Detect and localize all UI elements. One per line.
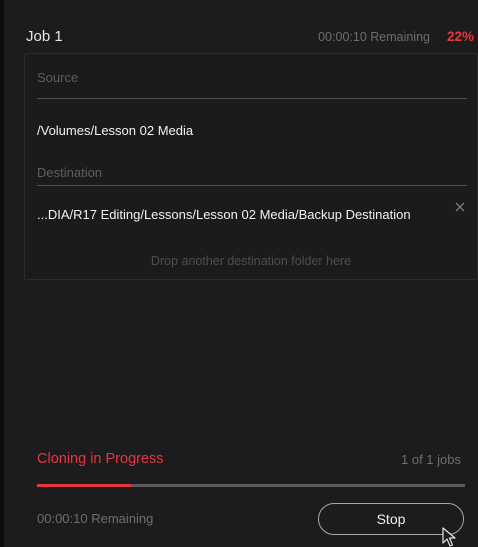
drop-destination-hint[interactable]: Drop another destination folder here (25, 254, 477, 268)
job-remaining-time: 00:00:10 Remaining (318, 30, 430, 44)
source-underline (37, 98, 467, 99)
destination-path[interactable]: ...DIA/R17 Editing/Lessons/Lesson 02 Med… (37, 207, 411, 222)
progress-fill (37, 484, 132, 487)
progress-bar (37, 484, 465, 487)
clone-status: Cloning in Progress (37, 451, 164, 467)
clone-job-panel: Job 1 00:00:10 Remaining 22% Source /Vol… (0, 0, 478, 547)
source-path[interactable]: /Volumes/Lesson 02 Media (37, 123, 193, 138)
job-header: Job 1 00:00:10 Remaining 22% (26, 26, 474, 48)
destination-label: Destination (37, 165, 103, 180)
remaining-time: 00:00:10 Remaining (37, 511, 154, 526)
source-label: Source (37, 70, 79, 85)
job-count: 1 of 1 jobs (401, 452, 461, 467)
pointer-cursor-icon (442, 527, 456, 547)
close-icon[interactable] (453, 200, 467, 214)
job-card: Source /Volumes/Lesson 02 Media Destinat… (24, 53, 478, 280)
job-title: Job 1 (26, 28, 63, 45)
destination-underline (37, 185, 467, 186)
job-percent: 22% (446, 29, 474, 44)
